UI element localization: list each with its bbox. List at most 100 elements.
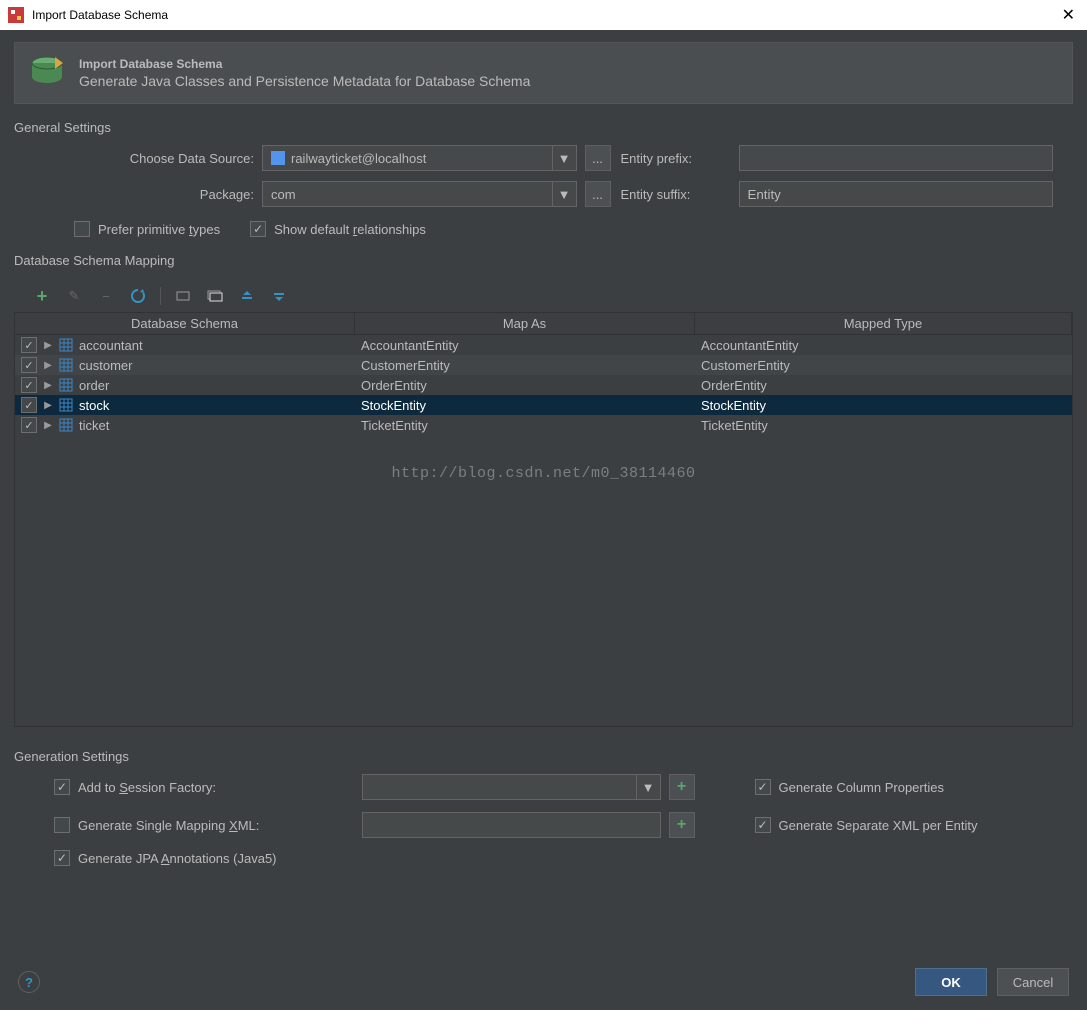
row-checkbox[interactable] (21, 357, 37, 373)
table-row[interactable]: ▶ customer CustomerEntity CustomerEntity (15, 355, 1072, 375)
session-factory-combo[interactable]: ▼ (362, 774, 661, 800)
help-button[interactable]: ? (18, 971, 40, 993)
data-source-value: railwayticket@localhost (291, 151, 426, 166)
database-icon (27, 53, 67, 93)
expand-icon[interactable] (205, 286, 225, 306)
schema-name: accountant (79, 338, 143, 353)
chevron-down-icon[interactable]: ▼ (552, 182, 576, 206)
generate-column-props-checkbox[interactable]: Generate Column Properties (755, 779, 1054, 795)
single-xml-input[interactable] (362, 812, 661, 838)
ok-button[interactable]: OK (915, 968, 987, 996)
expand-icon[interactable]: ▶ (43, 420, 53, 431)
row-checkbox[interactable] (21, 337, 37, 353)
row-checkbox[interactable] (21, 417, 37, 433)
package-browse-button[interactable]: ... (585, 181, 611, 207)
mapped-type: AccountantEntity (701, 338, 799, 353)
table-icon (59, 398, 73, 412)
toolbar-separator (160, 287, 161, 305)
package-value: com (271, 187, 296, 202)
add-session-factory-button[interactable]: + (669, 774, 695, 800)
mapped-type: TicketEntity (701, 418, 768, 433)
checkbox-icon (755, 779, 771, 795)
move-down-icon[interactable] (269, 286, 289, 306)
checkbox-icon (250, 221, 266, 237)
close-icon[interactable]: ✕ (1058, 5, 1079, 25)
data-source-label: Choose Data Source: (54, 151, 254, 166)
table-row[interactable]: ▶stockStockEntityStockEntity (15, 395, 1072, 415)
expand-icon[interactable]: ▶ (43, 400, 53, 411)
add-icon[interactable]: + (32, 286, 52, 306)
remove-icon[interactable]: − (96, 286, 116, 306)
cancel-button[interactable]: Cancel (997, 968, 1069, 996)
entity-suffix-label: Entity suffix: (621, 187, 731, 202)
collapse-icon[interactable] (173, 286, 193, 306)
titlebar: Import Database Schema ✕ (0, 0, 1087, 30)
map-as: CustomerEntity (361, 358, 450, 373)
table-icon (59, 338, 73, 352)
col-schema[interactable]: Database Schema (15, 313, 355, 334)
banner-title: Import Database Schema (79, 57, 530, 71)
table-row[interactable]: ▶ ticket TicketEntity TicketEntity (15, 415, 1072, 435)
window-title: Import Database Schema (32, 8, 1058, 22)
row-checkbox[interactable] (21, 397, 37, 413)
chevron-down-icon[interactable]: ▼ (636, 775, 660, 799)
generate-separate-xml-checkbox[interactable]: Generate Separate XML per Entity (755, 817, 1054, 833)
map-as: StockEntity (361, 398, 426, 413)
row-checkbox[interactable] (21, 377, 37, 393)
checkbox-icon (74, 221, 90, 237)
schema-name: ticket (79, 418, 109, 433)
table-icon (59, 378, 73, 392)
data-source-browse-button[interactable]: ... (585, 145, 611, 171)
section-general-label: General Settings (14, 120, 1073, 135)
dialog-footer: ? OK Cancel (14, 958, 1073, 1002)
move-up-icon[interactable] (237, 286, 257, 306)
chevron-down-icon[interactable]: ▼ (552, 146, 576, 170)
table-icon (59, 418, 73, 432)
header-banner: Import Database Schema Generate Java Cla… (14, 42, 1073, 104)
refresh-icon[interactable] (128, 286, 148, 306)
checkbox-icon (54, 850, 70, 866)
add-single-xml-button[interactable]: + (669, 812, 695, 838)
section-generation-label: Generation Settings (14, 749, 1073, 764)
banner-subtitle: Generate Java Classes and Persistence Me… (79, 73, 530, 89)
app-icon (8, 7, 24, 23)
map-as: AccountantEntity (361, 338, 459, 353)
table-header: Database Schema Map As Mapped Type (15, 313, 1072, 335)
expand-icon[interactable]: ▶ (43, 360, 53, 371)
col-map-as[interactable]: Map As (355, 313, 695, 334)
schema-name: customer (79, 358, 132, 373)
schema-name: stock (79, 398, 109, 413)
map-as: OrderEntity (361, 378, 427, 393)
package-combo[interactable]: com ▼ (262, 181, 577, 207)
table-body: ▶ accountant AccountantEntity AccountantEnt… (15, 335, 1072, 435)
generate-single-xml-checkbox[interactable]: Generate Single Mapping XML: (54, 817, 354, 833)
edit-icon[interactable]: ✎ (64, 286, 84, 306)
schema-table: Database Schema Map As Mapped Type ▶ acco… (14, 312, 1073, 727)
checkbox-icon (755, 817, 771, 833)
checkbox-icon (54, 779, 70, 795)
expand-icon[interactable]: ▶ (43, 380, 53, 391)
prefer-primitive-checkbox[interactable]: Prefer primitive types (74, 221, 220, 237)
watermark: http://blog.csdn.net/m0_38114460 (15, 465, 1072, 482)
generate-jpa-checkbox[interactable]: Generate JPA Annotations (Java5) (54, 850, 354, 866)
schema-name: order (79, 378, 109, 393)
entity-prefix-input[interactable] (739, 145, 1054, 171)
package-label: Package: (54, 187, 254, 202)
table-row[interactable]: ▶ order OrderEntity OrderEntity (15, 375, 1072, 395)
mapped-type: OrderEntity (701, 378, 767, 393)
show-default-relationships-checkbox[interactable]: Show default relationships (250, 221, 426, 237)
table-icon (59, 358, 73, 372)
checkbox-icon (54, 817, 70, 833)
expand-icon[interactable]: ▶ (43, 340, 53, 351)
entity-prefix-label: Entity prefix: (621, 151, 731, 166)
data-source-combo[interactable]: railwayticket@localhost ▼ (262, 145, 577, 171)
entity-suffix-input[interactable] (739, 181, 1054, 207)
table-row[interactable]: ▶ accountant AccountantEntity AccountantEnt… (15, 335, 1072, 355)
mapped-type: CustomerEntity (701, 358, 790, 373)
add-session-factory-checkbox[interactable]: Add to Session Factory: (54, 779, 354, 795)
col-mapped-type[interactable]: Mapped Type (695, 313, 1072, 334)
datasource-icon (271, 151, 285, 165)
section-mapping-label: Database Schema Mapping (14, 253, 1073, 268)
mapping-toolbar: + ✎ − (14, 278, 1073, 312)
map-as: TicketEntity (361, 418, 428, 433)
